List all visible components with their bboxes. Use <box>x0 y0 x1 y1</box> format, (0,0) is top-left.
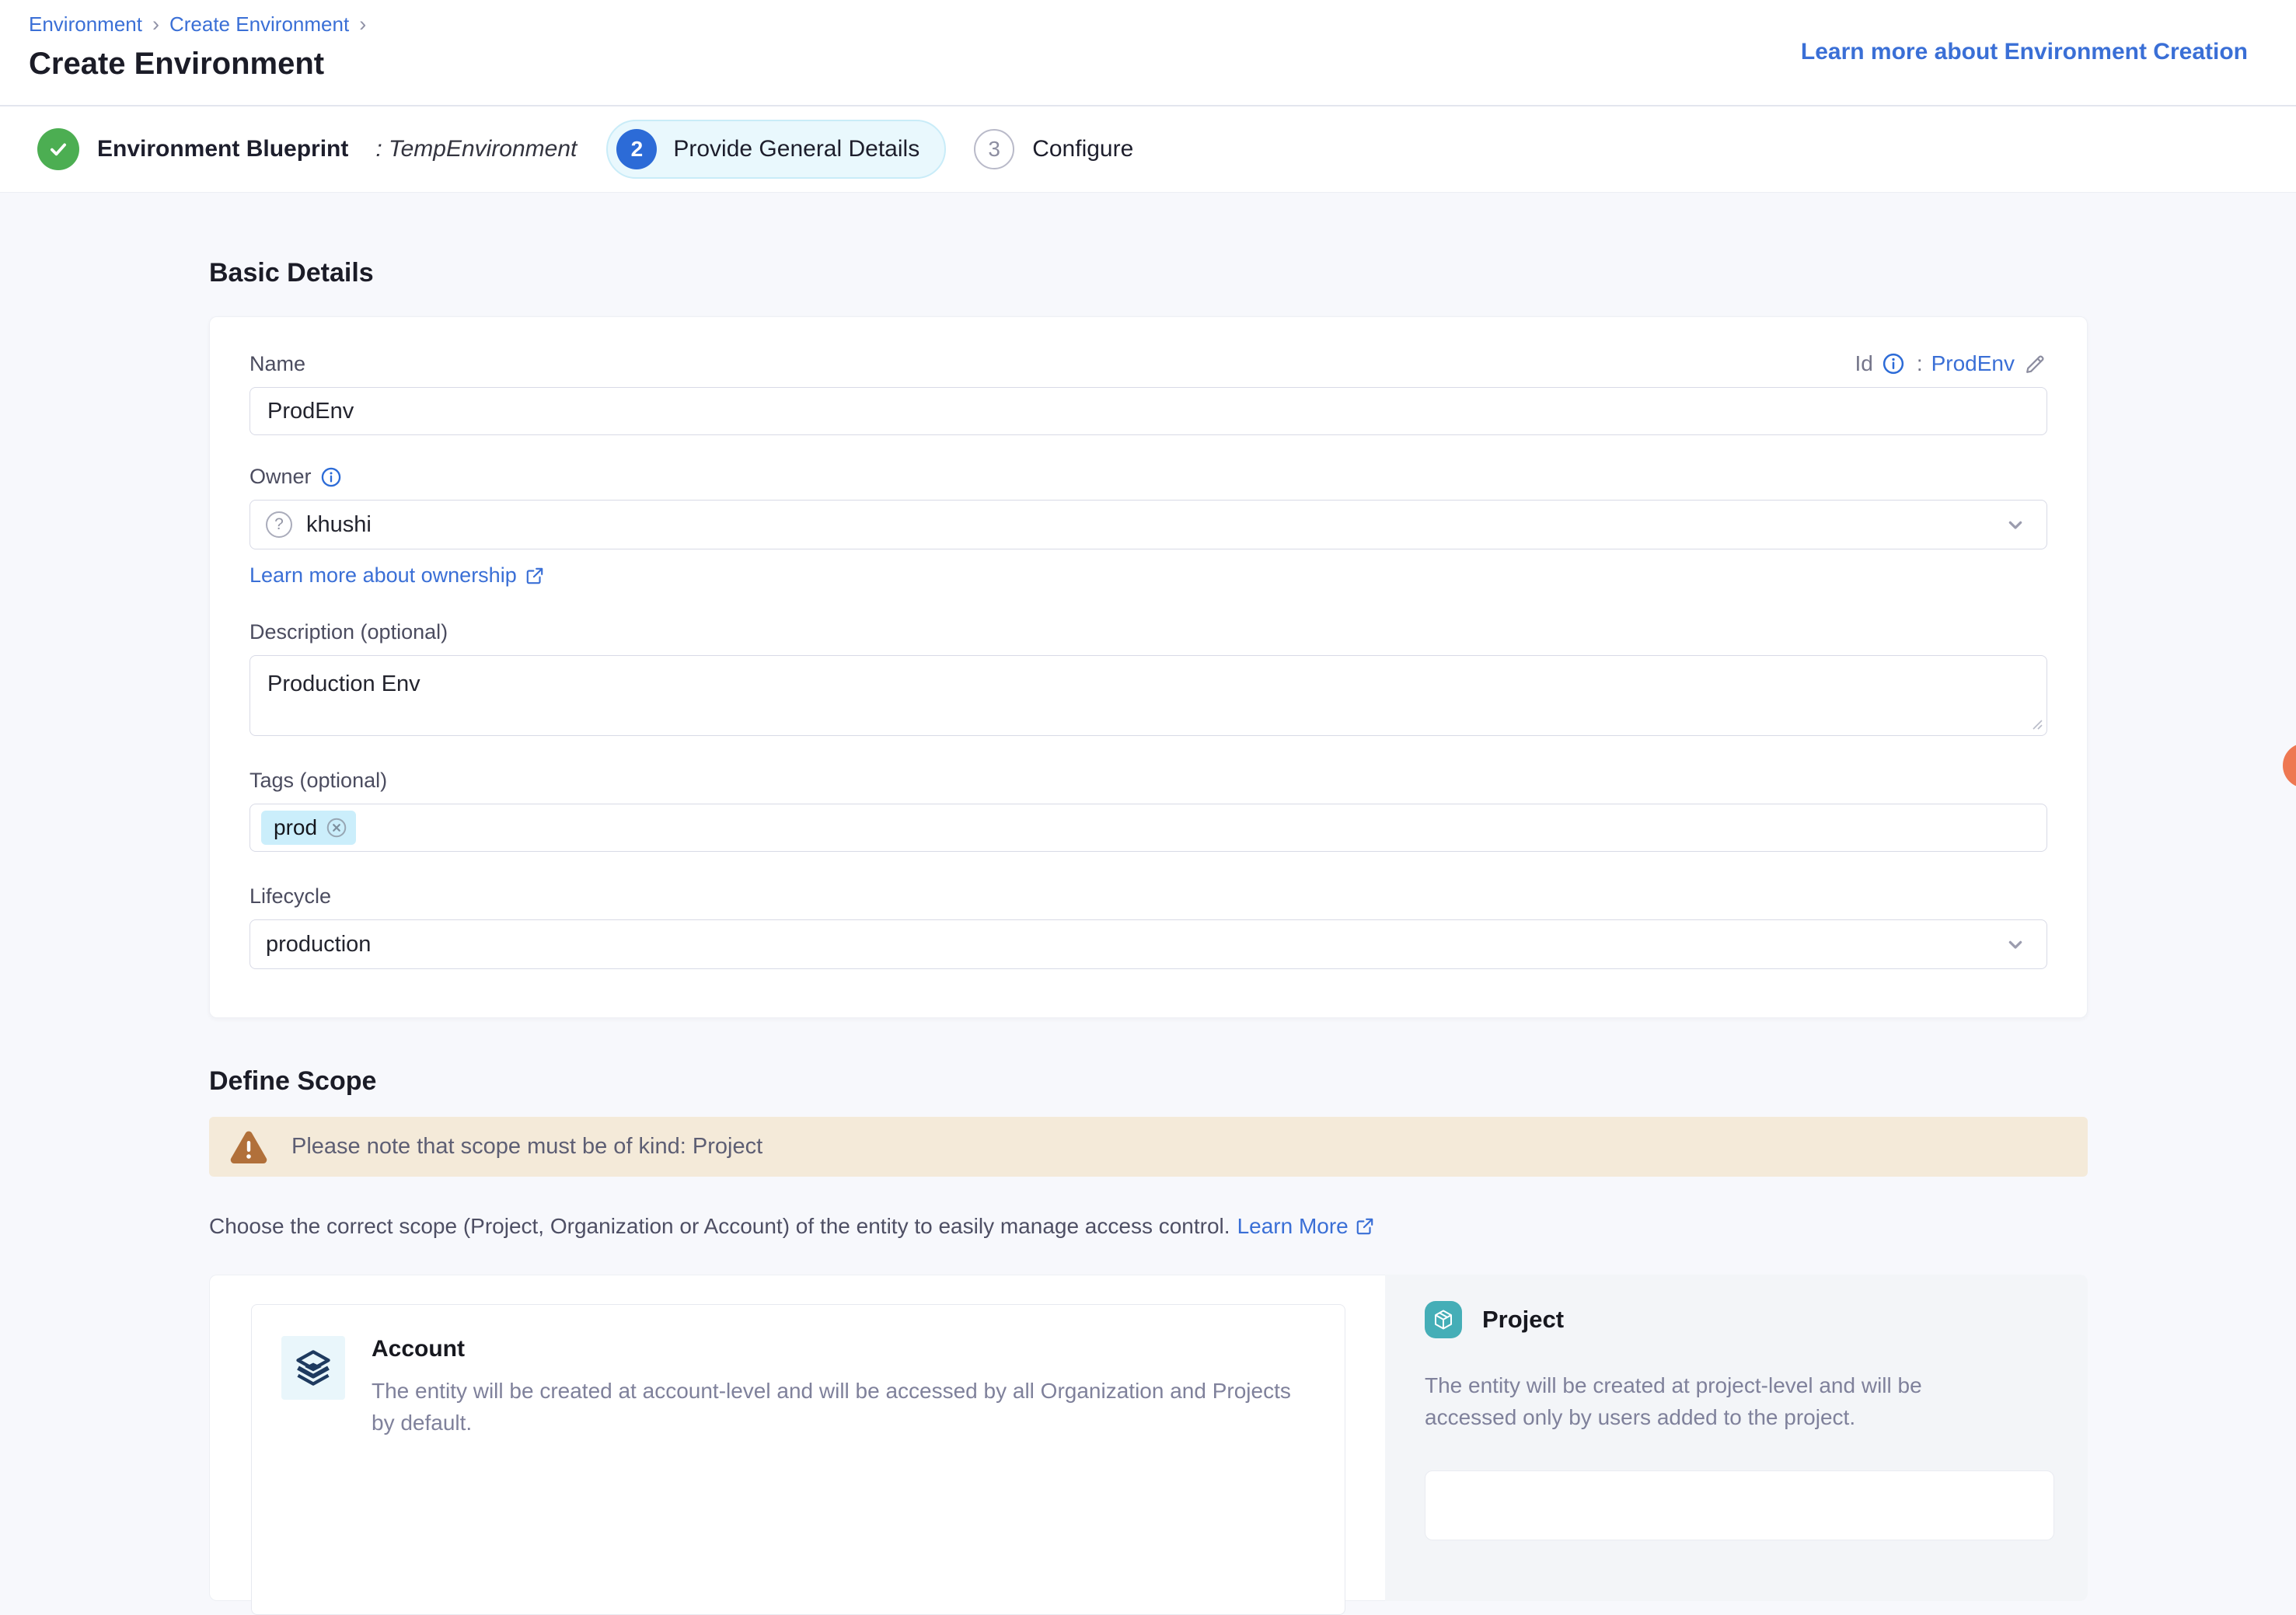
tags-input[interactable]: prod <box>249 804 2047 852</box>
step-label: Configure <box>1032 136 1133 162</box>
wizard-stepper: Environment Blueprint : TempEnvironment … <box>0 106 2296 193</box>
step-provide-general-details[interactable]: 2 Provide General Details <box>606 120 946 179</box>
user-placeholder-icon: ? <box>266 511 292 538</box>
step-environment-blueprint[interactable]: Environment Blueprint : TempEnvironment <box>37 128 577 170</box>
step-label: Environment Blueprint <box>97 136 348 162</box>
remove-tag-icon[interactable] <box>325 816 348 839</box>
breadcrumb: Environment › Create Environment › <box>29 12 2296 37</box>
account-title: Account <box>372 1336 1315 1362</box>
breadcrumb-create-environment[interactable]: Create Environment <box>169 12 349 37</box>
breadcrumb-environment[interactable]: Environment <box>29 12 142 37</box>
account-scope-panel: Account The entity will be created at ac… <box>209 1275 1385 1601</box>
account-layers-icon <box>281 1336 345 1400</box>
owner-label: Owner <box>249 465 312 489</box>
scope-warning-banner: Please note that scope must be of kind: … <box>209 1117 2088 1177</box>
step-selected-blueprint: : TempEnvironment <box>375 136 577 162</box>
owner-value: khushi <box>306 512 372 538</box>
id-label: Id <box>1855 351 1872 376</box>
id-separator: : <box>1917 351 1923 376</box>
step-number-badge: 3 <box>974 129 1014 169</box>
description-textarea[interactable]: Production Env <box>249 655 2047 736</box>
project-title: Project <box>1482 1306 1564 1334</box>
tags-label: Tags (optional) <box>249 769 2047 793</box>
warning-icon <box>229 1128 269 1166</box>
step-number-badge: 2 <box>616 129 657 169</box>
lifecycle-value: production <box>266 932 371 957</box>
basic-details-heading: Basic Details <box>209 258 2088 288</box>
external-link-icon <box>525 566 545 586</box>
define-scope-heading: Define Scope <box>209 1066 2088 1097</box>
lifecycle-label: Lifecycle <box>249 884 2047 909</box>
warning-text: Please note that scope must be of kind: … <box>291 1134 762 1160</box>
page-header: Environment › Create Environment › Creat… <box>0 0 2296 106</box>
instruction-text: Choose the correct scope (Project, Organ… <box>209 1214 1230 1239</box>
name-label: Name <box>249 352 305 376</box>
learn-more-environment-creation-link[interactable]: Learn more about Environment Creation <box>1801 39 2248 65</box>
breadcrumb-separator: › <box>359 12 366 37</box>
lifecycle-select[interactable]: production <box>249 919 2047 969</box>
chevron-down-icon <box>2003 932 2028 957</box>
account-description: The entity will be created at account-le… <box>372 1375 1315 1439</box>
breadcrumb-separator: › <box>152 12 159 37</box>
edit-id-icon[interactable] <box>2023 352 2047 376</box>
scope-learn-more-label: Learn More <box>1237 1214 1349 1239</box>
ownership-link-label: Learn more about ownership <box>249 563 517 588</box>
basic-details-card: Name Id : ProdEnv Owner ? khushi <box>209 316 2088 1018</box>
project-description: The entity will be created at project-le… <box>1425 1369 2015 1433</box>
external-link-icon <box>1355 1216 1375 1237</box>
ownership-learn-more-link[interactable]: Learn more about ownership <box>249 563 545 588</box>
owner-info-icon[interactable] <box>320 466 342 488</box>
step-complete-check-icon <box>37 128 79 170</box>
scope-learn-more-link[interactable]: Learn More <box>1237 1214 1375 1239</box>
name-input[interactable] <box>249 387 2047 435</box>
owner-select[interactable]: ? khushi <box>249 500 2047 549</box>
help-widget-button[interactable] <box>2283 743 2296 788</box>
description-label: Description (optional) <box>249 620 2047 644</box>
step-configure[interactable]: 3 Configure <box>974 129 1133 169</box>
account-scope-option[interactable]: Account The entity will be created at ac… <box>251 1304 1345 1615</box>
project-selector-card[interactable] <box>1425 1470 2054 1540</box>
tag-chip: prod <box>261 811 356 845</box>
step-label: Provide General Details <box>673 136 919 162</box>
project-cube-icon <box>1425 1301 1462 1338</box>
resize-handle[interactable] <box>2029 717 2043 731</box>
project-scope-option[interactable]: Project <box>1425 1301 1564 1338</box>
chevron-down-icon <box>2003 512 2028 537</box>
tag-chip-label: prod <box>274 815 317 840</box>
entity-id-row: Id : ProdEnv <box>1855 351 2047 376</box>
scope-options: Account The entity will be created at ac… <box>209 1275 2088 1601</box>
scope-instruction: Choose the correct scope (Project, Organ… <box>209 1214 2088 1239</box>
id-value: ProdEnv <box>1931 351 2015 376</box>
id-info-icon[interactable] <box>1882 352 1905 375</box>
project-scope-panel: Project The entity will be created at pr… <box>1385 1275 2088 1601</box>
